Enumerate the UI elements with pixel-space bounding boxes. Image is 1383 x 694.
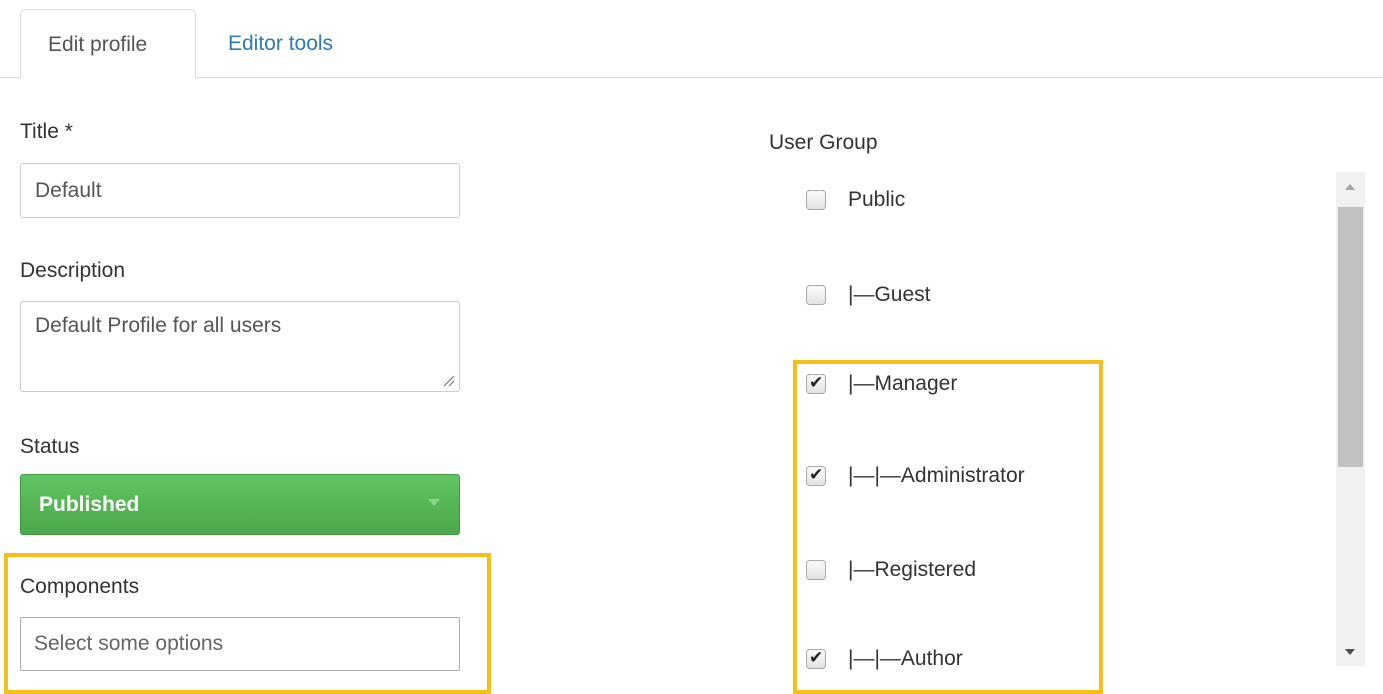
title-input[interactable] — [20, 163, 460, 218]
group-label: |—Manager — [848, 372, 958, 395]
components-placeholder: Select some options — [34, 632, 224, 655]
status-select[interactable]: Published — [20, 474, 460, 535]
checkmark-icon: ✔ — [809, 648, 824, 668]
checkmark-icon: ✔ — [809, 465, 824, 485]
user-group-highlight — [793, 360, 1103, 694]
group-label: Public — [848, 188, 906, 211]
description-label: Description — [20, 259, 126, 282]
components-label: Components — [20, 575, 140, 598]
tab-edit-profile[interactable]: Edit profile — [20, 9, 196, 79]
resize-grip-icon[interactable] — [441, 373, 455, 387]
user-group-label: User Group — [769, 131, 878, 154]
status-value: Published — [39, 493, 140, 516]
scroll-up-icon[interactable] — [1345, 184, 1355, 190]
chevron-down-icon — [428, 499, 440, 506]
group-label: |—Guest — [848, 283, 931, 306]
checkbox[interactable] — [806, 285, 826, 305]
checkbox-checked[interactable]: ✔ — [806, 373, 826, 394]
group-label: |—|—Administrator — [848, 464, 1025, 487]
scroll-thumb[interactable] — [1338, 207, 1363, 467]
checkbox[interactable] — [806, 560, 826, 580]
group-list-scrollbar[interactable] — [1336, 172, 1365, 666]
checkmark-icon: ✔ — [809, 373, 824, 393]
group-label: |—Registered — [848, 558, 977, 581]
title-label: Title * — [20, 120, 73, 143]
group-label: |—|—Author — [848, 647, 963, 670]
checkbox[interactable] — [806, 190, 826, 210]
checkbox-checked[interactable]: ✔ — [806, 648, 826, 669]
checkbox-checked[interactable]: ✔ — [806, 465, 826, 486]
scroll-down-icon[interactable] — [1345, 649, 1355, 655]
tab-editor-tools[interactable]: Editor tools — [201, 9, 360, 78]
components-multiselect[interactable]: Select some options — [20, 617, 460, 671]
status-label: Status — [20, 435, 80, 458]
description-textarea[interactable]: Default Profile for all users — [20, 301, 460, 392]
